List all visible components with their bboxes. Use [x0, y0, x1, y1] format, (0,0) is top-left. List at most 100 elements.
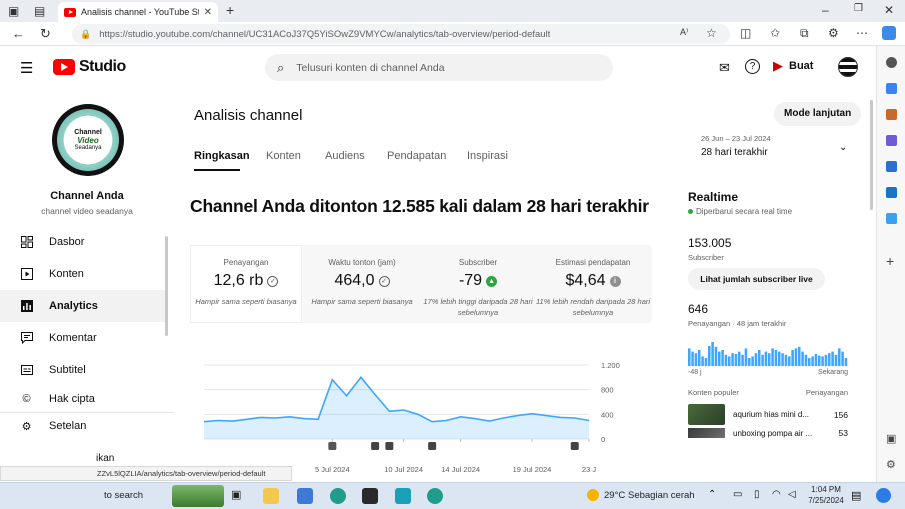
- notification-icon[interactable]: ▤: [851, 489, 861, 502]
- sticky-app-icon[interactable]: [362, 488, 378, 504]
- twitter-sidebar-icon[interactable]: [886, 213, 897, 224]
- studio-logo[interactable]: Studio: [53, 58, 126, 76]
- task-view-icon[interactable]: ▣: [231, 488, 247, 504]
- url-text: https://studio.youtube.com/channel/UC31A…: [99, 28, 551, 40]
- add-sidebar-icon[interactable]: +: [886, 253, 894, 269]
- metric-watch-time[interactable]: Waktu tonton (jam) 464,0 ✓ Hampir sama se…: [303, 258, 421, 307]
- favorites-icon[interactable]: ✩: [770, 27, 780, 39]
- copilot-taskbar-icon[interactable]: [876, 488, 891, 503]
- metric-subscribers[interactable]: Subscriber -79 ▲ 17% lebih tinggi daripad…: [419, 258, 537, 318]
- clock-time[interactable]: 1:04 PM: [808, 485, 844, 494]
- new-tab-icon[interactable]: +: [226, 3, 234, 17]
- sidebar-item-content[interactable]: Konten: [0, 258, 165, 290]
- tab-underline: [194, 169, 240, 171]
- sidebar-layout-icon[interactable]: ▣: [886, 432, 896, 445]
- minimize-icon[interactable]: –: [822, 4, 829, 16]
- views-chart[interactable]: 1.200 800 400 0 5 Jul 2024 10 Jul 2024 14 Jul …: [194, 355, 654, 480]
- back-icon[interactable]: ←: [12, 27, 25, 40]
- tab-revenue[interactable]: Pendapatan: [387, 150, 446, 162]
- realtime-panel: Realtime Diperbarui secara real time 153…: [688, 190, 858, 438]
- channel-avatar[interactable]: Channel Video Seadanya: [52, 104, 124, 176]
- tools-sidebar-icon[interactable]: [886, 109, 897, 120]
- realtime-bar: [698, 350, 701, 366]
- metric-views[interactable]: Penayangan 12,6 rb ✓ Hampir sama seperti …: [187, 258, 305, 307]
- youtube-favicon-icon: [64, 7, 76, 17]
- realtime-bar: [781, 353, 784, 366]
- tag-sidebar-icon[interactable]: [886, 83, 897, 94]
- store-app-icon[interactable]: [395, 488, 411, 504]
- tab-audience[interactable]: Audiens: [325, 150, 365, 162]
- video-marker-icon: [385, 442, 394, 450]
- metric-value: 464,0: [334, 272, 375, 289]
- collections-icon[interactable]: ⧉: [800, 27, 809, 39]
- advanced-mode-button[interactable]: Mode lanjutan: [774, 102, 862, 126]
- sidebar-settings-icon[interactable]: ⚙: [886, 458, 896, 471]
- extensions-icon[interactable]: ⚙: [828, 27, 839, 39]
- popular-item[interactable]: unboxing pompa air ... 53: [688, 428, 848, 438]
- x-tick-label: 19 Jul 2024: [513, 465, 552, 474]
- sidebar-item-comments[interactable]: Komentar: [0, 322, 165, 354]
- sidebar-item-subtitles[interactable]: Subtitel: [0, 354, 165, 386]
- account-avatar[interactable]: [838, 57, 858, 77]
- edge-dev-icon[interactable]: [427, 488, 443, 504]
- sidebar-item-settings[interactable]: ⚙ Setelan: [0, 410, 165, 442]
- search-input[interactable]: Telusuri konten di channel Anda: [296, 62, 444, 74]
- file-explorer-icon[interactable]: [263, 488, 279, 504]
- metric-revenue[interactable]: Estimasi pendapatan $4,64 i 11% lebih ren…: [534, 258, 652, 318]
- outlook-sidebar-icon[interactable]: [886, 187, 897, 198]
- create-video-icon: ▶: [773, 58, 783, 73]
- sidebar-item-dashboard[interactable]: Dasbor: [0, 226, 165, 258]
- dashboard-icon: [20, 236, 33, 249]
- weather-icon[interactable]: [587, 489, 599, 501]
- tab-actions-icon[interactable]: ▤: [34, 5, 45, 17]
- main-scrollbar[interactable]: [870, 100, 873, 210]
- search-sidebar-icon[interactable]: [886, 57, 897, 68]
- sidebar-scrollbar[interactable]: [165, 236, 168, 336]
- create-label: Buat: [789, 60, 814, 72]
- realtime-bar: [731, 353, 734, 366]
- battery-icon[interactable]: ▯: [754, 489, 760, 500]
- bars-axis-left: -48 j: [688, 369, 702, 376]
- realtime-bar: [784, 354, 788, 366]
- reload-icon[interactable]: ↻: [40, 27, 51, 40]
- copilot-icon[interactable]: [882, 26, 896, 40]
- tray-chevron-icon[interactable]: ⌃: [708, 489, 716, 500]
- tab-inspiration[interactable]: Inspirasi: [467, 150, 508, 162]
- close-window-icon[interactable]: ✕: [884, 4, 894, 16]
- read-aloud-icon[interactable]: A⁾: [680, 28, 688, 37]
- popular-item[interactable]: aqurium hias mini d... 156: [688, 404, 848, 425]
- date-range-picker[interactable]: 26 Jun – 23 Jul 2024 28 hari terakhir ⌄: [701, 134, 851, 166]
- sidebar-item-copyright[interactable]: © Hak cipta: [0, 386, 165, 412]
- more-options-icon[interactable]: ⋯: [856, 27, 868, 39]
- realtime-bar-chart[interactable]: [688, 340, 848, 366]
- taskbar-search[interactable]: to search: [104, 490, 143, 501]
- edge-icon[interactable]: [330, 488, 346, 504]
- split-screen-icon[interactable]: ◫: [740, 27, 751, 39]
- realtime-bar: [748, 358, 751, 366]
- menu-icon[interactable]: ☰: [20, 59, 33, 77]
- help-icon[interactable]: ?: [745, 59, 760, 74]
- close-tab-icon[interactable]: ✕: [204, 7, 212, 18]
- volume-icon[interactable]: ◁: [788, 489, 796, 500]
- network-icon[interactable]: ▭: [733, 489, 742, 500]
- profile-icon[interactable]: ▣: [8, 5, 19, 17]
- channel-name: Channel Anda: [50, 190, 124, 202]
- url-field[interactable]: 🔒 https://studio.youtube.com/channel/UC3…: [72, 24, 730, 44]
- live-subscriber-button[interactable]: Lihat jumlah subscriber live: [688, 268, 825, 290]
- create-button[interactable]: ▶ Buat: [773, 58, 813, 74]
- tab-content[interactable]: Konten: [266, 150, 301, 162]
- favorite-star-icon[interactable]: ☆: [706, 27, 717, 39]
- metric-value: -79: [458, 272, 483, 289]
- search-bar[interactable]: ⌕ Telusuri konten di channel Anda: [265, 54, 613, 81]
- app-icon[interactable]: [297, 488, 313, 504]
- people-sidebar-icon[interactable]: [886, 135, 897, 146]
- maximize-icon[interactable]: ❐: [854, 4, 863, 14]
- metric-label: Subscriber: [458, 258, 498, 267]
- tab-overview[interactable]: Ringkasan: [194, 150, 250, 162]
- browser-tab[interactable]: Analisis channel - YouTube Studi ✕: [58, 2, 218, 22]
- office-sidebar-icon[interactable]: [886, 161, 897, 172]
- feedback-icon[interactable]: ✉: [719, 60, 730, 76]
- wifi-icon[interactable]: ◠: [772, 489, 781, 500]
- clock-date[interactable]: 7/25/2024: [806, 496, 846, 505]
- sidebar-item-analytics[interactable]: Analytics: [0, 290, 165, 322]
